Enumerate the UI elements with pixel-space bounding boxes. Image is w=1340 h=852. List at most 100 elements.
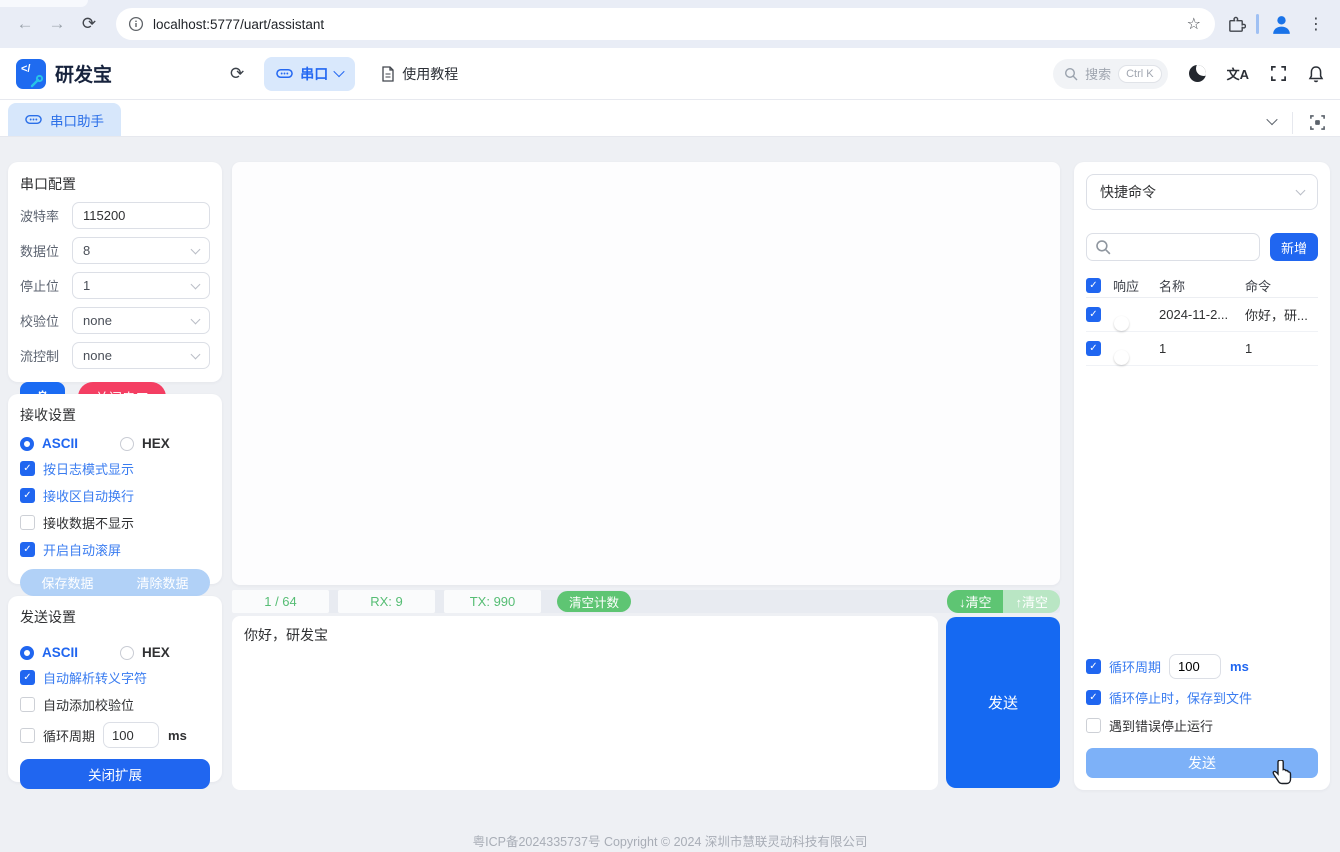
option-label: 按日志模式显示 (43, 462, 135, 477)
tab-serial-assistant[interactable]: 串口助手 (8, 103, 121, 136)
baud-rate-row: 波特率 (20, 202, 210, 229)
notification-bell-icon[interactable] (1308, 65, 1324, 83)
checkbox-checked-icon[interactable]: ✓ (1086, 659, 1101, 674)
tabs-collapse-chevron-icon[interactable] (1266, 113, 1278, 126)
toolbar-divider (1256, 14, 1259, 34)
quick-commands-panel: 快捷命令 新增 ✓ 响应 名称 命令 ✓ 2024-11-2... 你好，研..… (1074, 162, 1330, 790)
baud-rate-input[interactable] (83, 208, 199, 223)
quick-commands-title: 快捷命令 (1100, 184, 1156, 200)
ascii-radio[interactable] (20, 645, 34, 660)
row-checkbox[interactable]: ✓ (1086, 341, 1101, 356)
translate-icon[interactable]: 文A (1227, 64, 1249, 83)
send-settings-panel: 发送设置 ASCII HEX ✓ 自动解析转义字符 ✓ 自动添加校验位 ✓ 循环周期… (8, 596, 222, 789)
bookmark-star-icon[interactable]: ☆ (1179, 14, 1209, 34)
browser-controls: ⋮ (1227, 12, 1330, 37)
command-search-input[interactable] (1086, 233, 1260, 261)
clear-counters-button[interactable]: 清空计数 (557, 591, 632, 612)
hex-radio-label[interactable]: HEX (142, 645, 170, 660)
chevron-down-icon (190, 314, 201, 324)
url-text[interactable]: localhost:5777/uart/assistant (153, 17, 1170, 32)
select-value: 8 (83, 243, 91, 258)
loop-period-input[interactable] (103, 722, 160, 748)
send-button[interactable]: 发送 (946, 617, 1060, 788)
close-extension-button[interactable]: 关闭扩展 (20, 759, 210, 789)
extensions-icon[interactable] (1227, 15, 1246, 34)
hex-radio-label[interactable]: HEX (142, 436, 170, 451)
select-all-checkbox[interactable]: ✓ (1086, 278, 1101, 293)
command-name-cell: 2024-11-2... (1159, 307, 1229, 322)
field-label: 停止位 (20, 279, 60, 294)
serial-port-icon (25, 115, 42, 124)
select-value: none (83, 348, 112, 363)
fullscreen-icon[interactable] (1270, 65, 1287, 82)
flow-control-select[interactable]: none (72, 342, 210, 369)
loop-period-input[interactable] (1169, 654, 1222, 679)
stop-bits-select[interactable]: 1 (72, 272, 210, 299)
checkbox-unchecked-icon[interactable]: ✓ (20, 727, 35, 743)
save-on-stop-option[interactable]: ✓ 循环停止时，保存到文件 (1086, 688, 1318, 707)
focus-capture-icon[interactable] (1309, 114, 1326, 131)
panel-title: 串口配置 (20, 176, 76, 192)
send-text-input[interactable]: 你好，研发宝 (232, 616, 938, 790)
hide-received-option[interactable]: ✓ 接收数据不显示 (20, 513, 210, 532)
row-checkbox[interactable]: ✓ (1086, 307, 1101, 322)
add-command-button[interactable]: 新增 (1270, 233, 1318, 261)
auto-wrap-option[interactable]: ✓ 接收区自动换行 (20, 486, 210, 505)
loop-period-label: 循环周期 (1109, 660, 1162, 675)
auto-checksum-option[interactable]: ✓ 自动添加校验位 (20, 695, 210, 714)
app-logo-icon[interactable]: </ (16, 58, 46, 89)
profile-avatar-icon[interactable] (1269, 12, 1294, 37)
clear-data-button[interactable]: 清除数据 (136, 573, 188, 592)
dark-mode-icon[interactable] (1188, 65, 1206, 82)
command-row[interactable]: ✓ 2024-11-2... 你好，研... (1086, 298, 1318, 332)
field-label: 校验位 (20, 314, 60, 329)
browser-reload-button[interactable]: ⟳ (74, 9, 104, 39)
global-search[interactable]: 搜索 Ctrl K (1053, 58, 1168, 89)
browser-menu-icon[interactable]: ⋮ (1304, 14, 1328, 34)
search-icon (1065, 67, 1078, 80)
chevron-down-icon (333, 65, 345, 77)
checkbox-unchecked-icon: ✓ (1086, 718, 1101, 733)
checkbox-checked-icon: ✓ (1086, 690, 1101, 705)
tab-bar-actions (1266, 112, 1340, 136)
page-tab-bar: 串口助手 (0, 100, 1340, 137)
select-value: none (83, 313, 112, 328)
ascii-radio-label[interactable]: ASCII (42, 645, 78, 660)
tutorial-link[interactable]: 使用教程 (381, 64, 458, 84)
option-label: 开启自动滚屏 (43, 543, 122, 558)
stop-on-error-option[interactable]: ✓ 遇到错误停止运行 (1086, 716, 1318, 735)
command-row[interactable]: ✓ 1 1 (1086, 332, 1318, 366)
quick-commands-select[interactable]: 快捷命令 (1086, 174, 1318, 210)
clear-down-button[interactable]: ↓清空 (946, 590, 1004, 613)
auto-scroll-option[interactable]: ✓ 开启自动滚屏 (20, 540, 210, 559)
tab-bar-divider (1292, 112, 1293, 134)
receive-data-area[interactable] (232, 162, 1060, 585)
command-value-cell: 你好，研... (1245, 308, 1308, 323)
address-bar[interactable]: localhost:5777/uart/assistant ☆ (116, 8, 1215, 40)
refresh-icon[interactable]: ⟳ (230, 64, 244, 84)
browser-forward-button[interactable]: → (42, 9, 72, 39)
footer-copyright: 粤ICP备2024335737号 Copyright © 2024 深圳市慧联灵… (472, 835, 868, 849)
browser-back-button[interactable]: ← (10, 9, 40, 39)
parity-select[interactable]: none (72, 307, 210, 334)
hex-radio[interactable] (120, 645, 135, 660)
option-label: 自动添加校验位 (43, 698, 135, 713)
checkbox-checked-icon: ✓ (20, 461, 35, 476)
browser-tab-remnant (0, 0, 88, 7)
ascii-radio[interactable] (20, 436, 34, 451)
column-name: 名称 (1159, 279, 1186, 294)
clear-up-button[interactable]: ↑清空 (1003, 590, 1060, 613)
hex-radio[interactable] (120, 436, 135, 451)
checkbox-unchecked-icon: ✓ (20, 515, 35, 530)
log-mode-option[interactable]: ✓ 按日志模式显示 (20, 459, 210, 478)
receive-settings-panel: 接收设置 ASCII HEX ✓ 按日志模式显示 ✓ 接收区自动换行 ✓ 接收数据不显… (8, 394, 222, 596)
site-info-icon[interactable] (128, 16, 144, 32)
data-bits-select[interactable]: 8 (72, 237, 210, 264)
escape-parse-option[interactable]: ✓ 自动解析转义字符 (20, 668, 210, 687)
serial-nav-button[interactable]: 串口 (264, 56, 356, 91)
chevron-down-icon (190, 349, 201, 359)
save-data-button[interactable]: 保存数据 (41, 573, 93, 592)
ascii-radio-label[interactable]: ASCII (42, 436, 78, 451)
commands-table-header: ✓ 响应 名称 命令 (1086, 274, 1318, 298)
receive-data-buttons: 保存数据 清除数据 (20, 569, 210, 596)
